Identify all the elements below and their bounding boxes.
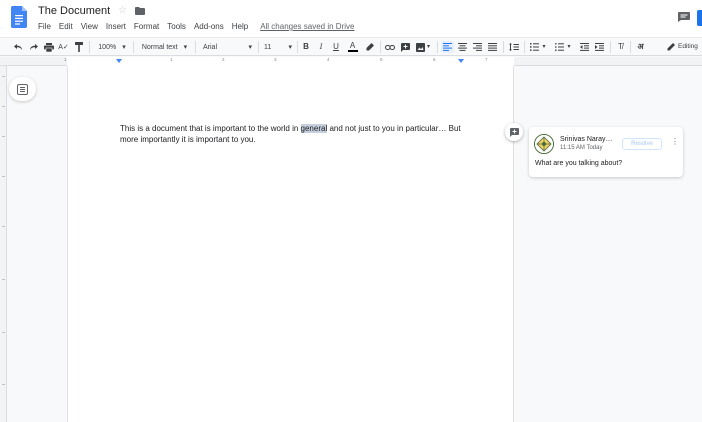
clear-formatting-icon[interactable]: T̸ (615, 41, 626, 53)
ruler-number: 2 (222, 57, 225, 62)
document-title[interactable]: The Document (38, 5, 110, 17)
menu-edit[interactable]: Edit (59, 22, 73, 31)
comment-history-icon[interactable] (678, 12, 690, 22)
print-icon[interactable] (43, 41, 54, 53)
text-color-icon[interactable]: A (347, 41, 358, 53)
redo-icon[interactable] (28, 41, 39, 53)
header: The Document ☆ File Edit View Insert For… (0, 0, 702, 37)
pencil-icon (667, 43, 675, 51)
menu-file[interactable]: File (38, 22, 51, 31)
italic-icon[interactable]: I (316, 41, 326, 53)
numbered-list-icon[interactable]: ▾ (528, 41, 548, 53)
ruler-number: 4 (327, 57, 330, 62)
outline-icon (17, 83, 28, 95)
menu-tools[interactable]: Tools (167, 22, 186, 31)
right-indent-marker[interactable] (458, 59, 464, 63)
align-left-icon[interactable] (441, 41, 454, 53)
ruler-number: 3 (274, 57, 277, 62)
menu-format[interactable]: Format (134, 22, 159, 31)
share-button[interactable] (697, 10, 702, 26)
comment-card[interactable]: Srinivas Naray… 11:15 AM Today Resolve ⋮… (529, 127, 683, 177)
comment-timestamp: 11:15 AM Today (560, 145, 603, 151)
folder-icon[interactable] (135, 7, 146, 15)
line-spacing-icon[interactable] (507, 41, 520, 53)
more-options-icon[interactable]: ⋮ (671, 138, 679, 146)
font-select[interactable]: Arial ▾ (200, 41, 255, 53)
underline-icon[interactable]: U (331, 41, 341, 53)
input-tools-icon[interactable]: अ (635, 41, 646, 53)
menu-view[interactable]: View (81, 22, 98, 31)
vertical-ruler[interactable] (0, 66, 7, 422)
horizontal-ruler[interactable]: 1 1 2 3 4 5 6 7 (0, 57, 702, 66)
font-size-select[interactable]: 11 ▾ (262, 41, 294, 53)
undo-icon[interactable] (13, 41, 24, 53)
add-comment-icon (509, 127, 519, 137)
menu-help[interactable]: Help (232, 22, 248, 31)
ruler-number: 6 (433, 57, 436, 62)
menu-bar: File Edit View Insert Format Tools Add-o… (38, 22, 354, 31)
align-center-icon[interactable] (457, 41, 468, 53)
comment-text: What are you talking about? (535, 160, 623, 167)
spellcheck-icon[interactable]: A✓ (58, 41, 69, 53)
decrease-indent-icon[interactable] (579, 41, 590, 53)
justify-icon[interactable] (487, 41, 498, 53)
toolbar: A✓ 100% ▾ Normal text ▾ Arial ▾ 11 ▾ B I U A… (0, 37, 702, 56)
comment-author: Srinivas Naray… (560, 136, 613, 143)
body-paragraph[interactable]: This is a document that is important to … (120, 123, 465, 145)
save-status-link[interactable]: All changes saved in Drive (260, 22, 354, 31)
avatar-image-icon (535, 135, 553, 153)
link-icon[interactable] (384, 41, 395, 53)
style-select[interactable]: Normal text ▾ (137, 41, 192, 53)
paint-format-icon[interactable] (73, 41, 84, 53)
ruler-number: 5 (380, 57, 383, 62)
bold-icon[interactable]: B (301, 41, 311, 53)
editing-mode-button[interactable]: Editing (667, 41, 702, 53)
ruler-number: 7 (485, 57, 488, 62)
menu-insert[interactable]: Insert (106, 22, 126, 31)
increase-indent-icon[interactable] (594, 41, 605, 53)
zoom-select[interactable]: 100% ▾ (95, 41, 129, 53)
ruler-number: 1 (64, 57, 67, 62)
star-icon[interactable]: ☆ (118, 6, 127, 16)
highlight-icon[interactable] (364, 41, 375, 53)
selected-text[interactable]: general (300, 124, 328, 133)
avatar (534, 134, 554, 154)
align-right-icon[interactable] (472, 41, 483, 53)
ruler-page-area (67, 57, 514, 66)
document-page[interactable]: This is a document that is important to … (67, 66, 514, 422)
menu-add-ons[interactable]: Add-ons (194, 22, 224, 31)
left-indent-marker[interactable] (116, 59, 122, 63)
add-comment-button[interactable] (505, 123, 523, 141)
document-outline-button[interactable] (9, 77, 36, 101)
ruler-number: 1 (170, 57, 173, 62)
comment-icon[interactable] (400, 41, 411, 53)
resolve-button[interactable]: Resolve (622, 138, 662, 150)
bulleted-list-icon[interactable]: ▾ (553, 41, 573, 53)
docs-logo-icon[interactable] (11, 6, 27, 28)
image-icon[interactable]: ▾ (414, 41, 432, 53)
